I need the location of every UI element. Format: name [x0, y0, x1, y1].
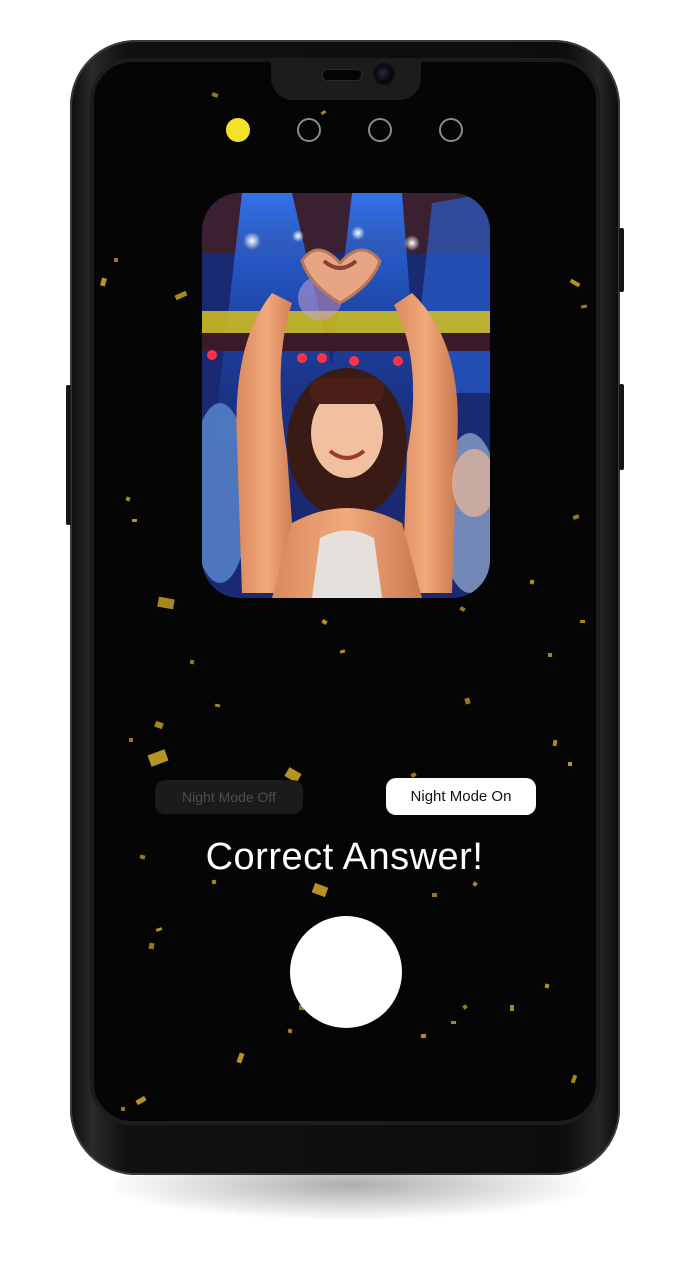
front-camera: [373, 63, 395, 85]
volume-up-button: [619, 228, 624, 292]
result-headline: Correct Answer!: [205, 836, 484, 878]
pagination-dot-1[interactable]: [226, 118, 250, 142]
side-button-left: [66, 385, 71, 525]
pagination-dot-4[interactable]: [439, 118, 463, 142]
concert-photo: [202, 193, 490, 598]
concert-photo-illustration: [202, 193, 490, 598]
pagination-dots: [0, 118, 689, 148]
power-button: [619, 384, 624, 470]
earpiece-speaker: [322, 69, 362, 81]
pagination-dot-3[interactable]: [368, 118, 392, 142]
capture-button[interactable]: [290, 916, 402, 1028]
night-mode-on-button[interactable]: Night Mode On: [386, 778, 536, 815]
night-mode-off-button[interactable]: Night Mode Off: [155, 780, 303, 814]
pagination-dot-2[interactable]: [297, 118, 321, 142]
